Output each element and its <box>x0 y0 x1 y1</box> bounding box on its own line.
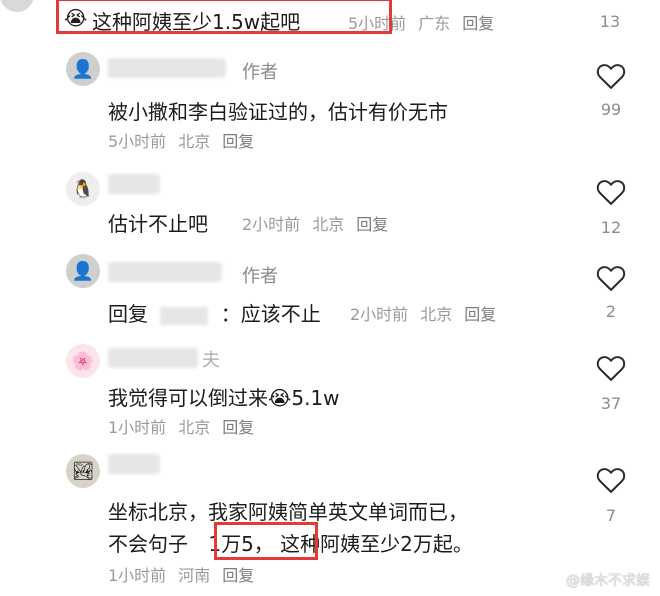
avatar[interactable] <box>0 0 34 12</box>
like-count: 2 <box>605 302 617 321</box>
avatar[interactable]: 🌸 <box>66 344 100 378</box>
reply-button[interactable]: 回复 <box>356 215 388 234</box>
person-icon: 👤 <box>71 58 95 80</box>
comment-time: 1小时前 <box>108 418 167 437</box>
reply-prefix: 回复 <box>108 302 148 326</box>
crying-face-icon: 😭 <box>268 386 292 410</box>
reply-button[interactable]: 回复 <box>464 305 496 324</box>
reply-button[interactable]: 回复 <box>222 418 254 437</box>
like-count: 13 <box>599 12 621 31</box>
comment-location: 北京 <box>420 305 453 324</box>
reply-separator: ： <box>220 302 241 326</box>
comment-time: 5小时前 <box>108 132 167 151</box>
heart-icon[interactable] <box>596 62 626 90</box>
comment-location: 河南 <box>178 566 211 585</box>
comment-text: 估计不止吧 <box>108 212 208 236</box>
mentioned-user-blurred[interactable] <box>160 306 209 325</box>
author-badge: 作者 <box>242 266 278 287</box>
like-count: 7 <box>605 506 617 525</box>
comment-text-suffix: 5.1w <box>291 386 340 410</box>
username-blurred[interactable] <box>108 348 198 368</box>
username-blurred[interactable] <box>108 262 222 282</box>
heart-icon[interactable] <box>596 466 626 494</box>
avatar[interactable]: 🏞 <box>66 454 100 488</box>
author-badge: 作者 <box>242 62 278 83</box>
username-blurred[interactable] <box>108 174 160 194</box>
comment-location: 广东 <box>418 14 451 33</box>
heart-icon[interactable] <box>596 354 626 382</box>
comment-time: 1小时前 <box>108 566 167 585</box>
reply-button[interactable]: 回复 <box>462 14 494 33</box>
comment-text: 不会句子 <box>108 532 188 556</box>
reply-button[interactable]: 回复 <box>222 566 254 585</box>
heart-icon[interactable] <box>596 264 626 292</box>
heart-icon[interactable] <box>596 178 626 206</box>
photo-avatar-icon: 🏞 <box>71 460 95 482</box>
watermark: @缘木不求娱 <box>566 573 650 589</box>
comment-location: 北京 <box>178 132 211 151</box>
comment-time: 2小时前 <box>242 215 301 234</box>
comment-location: 北京 <box>178 418 211 437</box>
flower-icon: 🌸 <box>71 350 95 372</box>
avatar[interactable]: 👤 <box>66 254 100 288</box>
highlight-box <box>214 522 318 560</box>
person-icon: 👤 <box>71 260 95 282</box>
reply-button[interactable]: 回复 <box>222 132 254 151</box>
comment-text: 坐标北京，我家阿姨简单英文单词而已， <box>108 500 468 524</box>
like-count: 12 <box>600 218 622 237</box>
cartoon-avatar-icon: 🐧 <box>71 178 95 200</box>
highlight-box <box>56 0 392 34</box>
comment-text: 被小撒和李白验证过的，估计有价无市 <box>108 100 448 124</box>
username-fragment: 夫 <box>202 350 220 371</box>
comment-time: 2小时前 <box>350 305 409 324</box>
like-count: 99 <box>600 100 622 119</box>
comment-location: 北京 <box>312 215 345 234</box>
username-blurred[interactable] <box>108 58 226 78</box>
comment-text: 应该不止 <box>240 302 321 326</box>
comment-text: 我觉得可以倒过来 <box>108 386 268 410</box>
avatar[interactable]: 🐧 <box>66 172 100 206</box>
username-blurred[interactable] <box>108 454 160 474</box>
avatar[interactable]: 👤 <box>66 52 100 86</box>
like-count: 37 <box>600 394 622 413</box>
